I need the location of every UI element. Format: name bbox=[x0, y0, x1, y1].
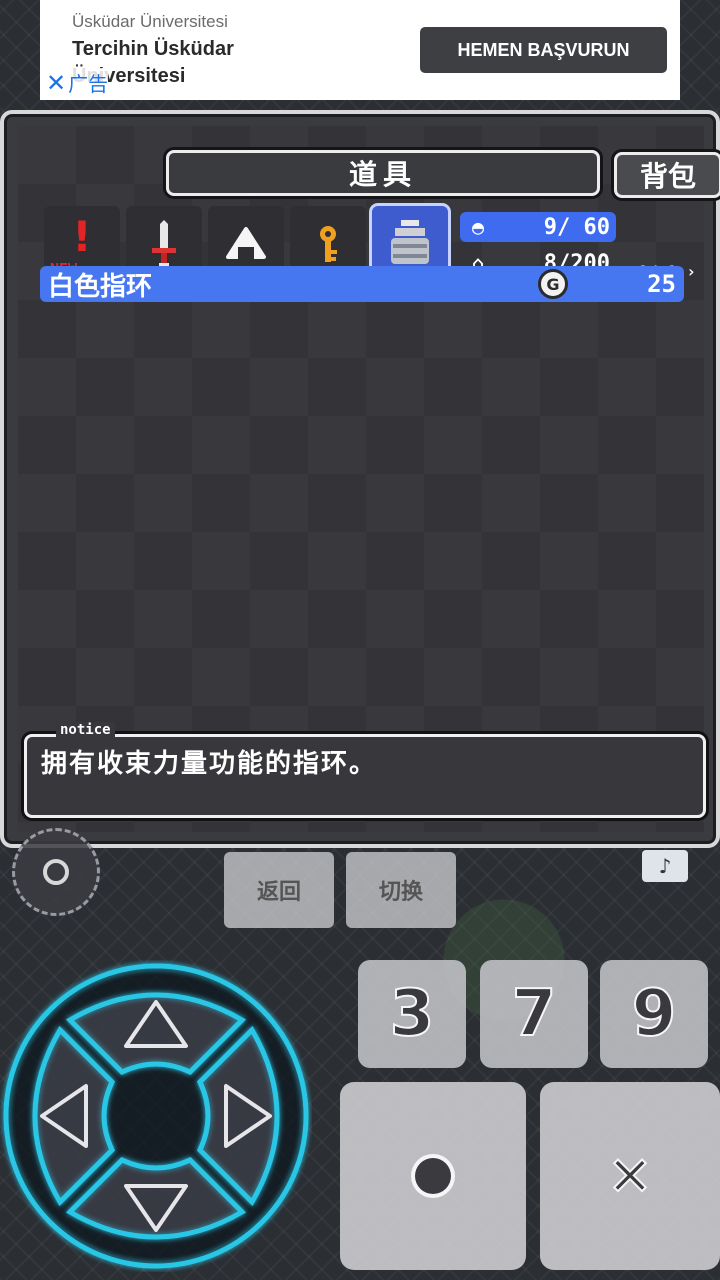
description-box: 拥有收束力量功能的指环。 bbox=[24, 734, 706, 818]
menu-gear-button[interactable] bbox=[12, 828, 100, 916]
music-note-icon: ♪ bbox=[658, 854, 672, 878]
ad-label-text: 广告 bbox=[68, 72, 109, 96]
dpad[interactable] bbox=[0, 960, 312, 1272]
close-icon[interactable]: ✕ bbox=[46, 69, 66, 97]
cancel-button[interactable]: ✕ bbox=[540, 1082, 720, 1270]
ad-label[interactable]: ✕ 广告 bbox=[46, 68, 109, 97]
cross-icon: ✕ bbox=[606, 1144, 653, 1209]
bag-button[interactable]: 背包 bbox=[614, 152, 720, 198]
ad-org-name: Üsküdar Üniversitesi bbox=[72, 12, 228, 31]
gold-coin-icon: G bbox=[538, 269, 568, 299]
gear-icon bbox=[43, 859, 69, 885]
ad-banner[interactable]: Üsküdar Üniversitesi Tercihin Üsküdar Ün… bbox=[40, 0, 680, 100]
number-button-9[interactable]: 9 bbox=[600, 960, 708, 1068]
switch-button[interactable]: 切换 bbox=[346, 852, 456, 928]
page-next-icon[interactable]: › bbox=[686, 262, 696, 281]
key-icon bbox=[320, 226, 337, 262]
inventory-title: 道具 bbox=[166, 150, 600, 196]
circle-icon bbox=[415, 1158, 451, 1194]
item-name: 白色指环 bbox=[48, 271, 153, 302]
pot-small-icon: ◓ bbox=[471, 215, 485, 239]
notice-label: notice bbox=[56, 722, 115, 738]
back-button[interactable]: 返回 bbox=[224, 852, 334, 928]
number-button-7[interactable]: 7 bbox=[480, 960, 588, 1068]
sword-icon bbox=[152, 220, 176, 267]
music-toggle-button[interactable]: ♪ bbox=[642, 850, 688, 882]
number-button-3[interactable]: 3 bbox=[358, 960, 466, 1068]
item-quantity: 25 bbox=[647, 270, 676, 298]
item-description: 拥有收束力量功能的指环。 bbox=[41, 749, 378, 779]
ad-cta-button[interactable]: HEMEN BAŞVURUN bbox=[420, 27, 667, 73]
list-item[interactable]: 白色指环 G 25 bbox=[40, 266, 684, 302]
inventory-board: 道具 背包 ! NEW bbox=[18, 126, 720, 832]
confirm-button[interactable] bbox=[340, 1082, 526, 1270]
tab-capacity: ◓ 9/ 60 bbox=[460, 212, 616, 242]
pot-icon bbox=[391, 220, 429, 264]
rice-ball-icon bbox=[226, 227, 266, 259]
tab-capacity-value: 9/ 60 bbox=[543, 214, 610, 240]
exclamation-icon: ! bbox=[72, 211, 92, 261]
